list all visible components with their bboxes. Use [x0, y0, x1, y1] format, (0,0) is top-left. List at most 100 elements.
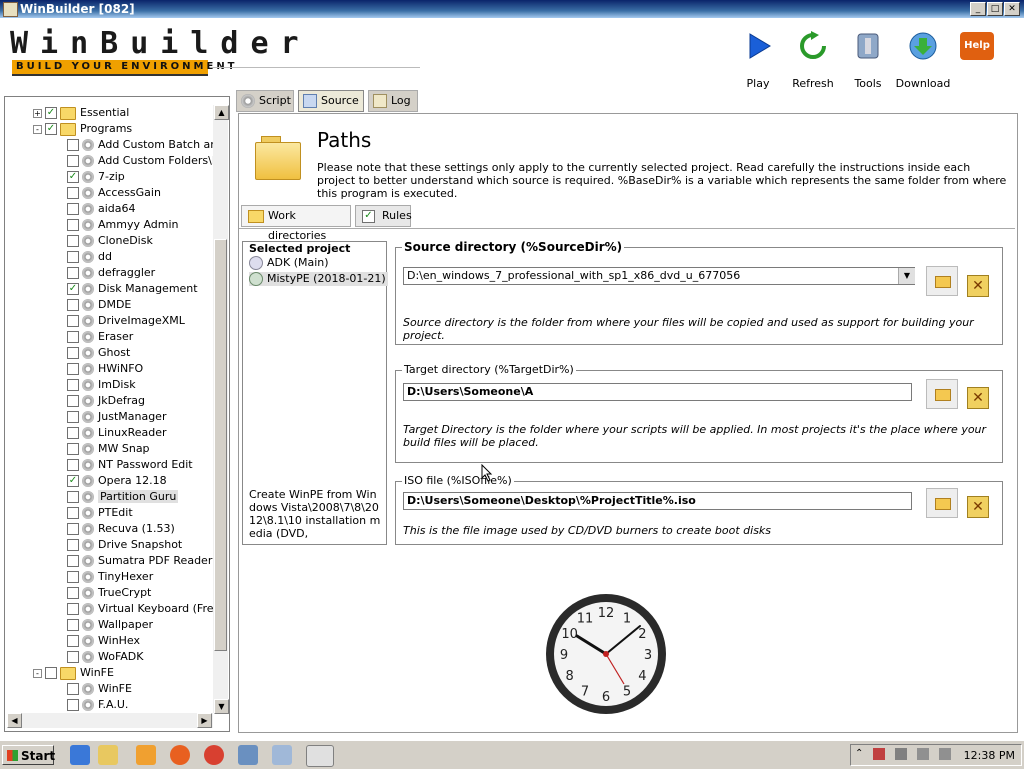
start-button[interactable]: Start [2, 745, 55, 765]
item-checkbox[interactable] [67, 523, 79, 535]
flag-icon[interactable] [873, 748, 885, 760]
tab-rules[interactable]: ✓ Rules [355, 205, 412, 227]
item-checkbox[interactable] [67, 187, 79, 199]
item-checkbox[interactable] [67, 491, 79, 503]
app-window-icon[interactable] [238, 745, 258, 765]
tree-item[interactable]: JkDefrag [67, 393, 145, 409]
tree-item[interactable]: PTEdit [67, 505, 133, 521]
collapse-icon[interactable]: - [33, 124, 42, 134]
tree-item[interactable]: aida64 [67, 201, 136, 217]
item-checkbox[interactable]: ✓ [45, 123, 57, 135]
tab-work-directories[interactable]: Work directories [241, 205, 351, 242]
scroll-thumb[interactable] [214, 239, 227, 651]
tab-script[interactable]: Script [236, 90, 294, 112]
item-checkbox[interactable] [67, 347, 79, 359]
media-player-icon[interactable] [136, 745, 156, 765]
tree-item[interactable]: WinFE [67, 681, 132, 697]
tools-button[interactable]: Tools [838, 30, 898, 90]
scroll-down-arrow[interactable]: ▼ [214, 699, 229, 714]
item-checkbox[interactable] [67, 251, 79, 263]
item-checkbox[interactable] [67, 651, 79, 663]
tree-item[interactable]: Eraser [67, 329, 133, 345]
item-checkbox[interactable] [67, 539, 79, 551]
download-button[interactable]: Download [893, 30, 953, 90]
refresh-button[interactable]: Refresh [783, 30, 843, 90]
tree-folder-item[interactable]: - ✓ Programs [33, 121, 132, 137]
item-checkbox[interactable] [67, 571, 79, 583]
tree-item[interactable]: F.A.U. [67, 697, 128, 713]
clear-source-button[interactable]: ✕ [967, 275, 989, 297]
item-checkbox[interactable] [67, 139, 79, 151]
item-checkbox[interactable] [67, 267, 79, 279]
system-clock[interactable]: 12:38 PM [964, 749, 1015, 762]
tree-item[interactable]: Ammyy Admin [67, 217, 179, 233]
maximize-button[interactable]: □ [987, 2, 1003, 16]
tree-item[interactable]: WoFADK [67, 649, 144, 665]
script-tree[interactable]: + ✓ Essential - ✓ Programs Add Custom Batch an… [4, 96, 230, 732]
item-checkbox[interactable]: ✓ [67, 171, 79, 183]
tree-item[interactable]: ✓ Disk Management [67, 281, 198, 297]
item-checkbox[interactable] [67, 379, 79, 391]
minimize-button[interactable]: _ [970, 2, 986, 16]
speaker-mute-icon[interactable] [917, 748, 929, 760]
explorer-icon[interactable] [98, 745, 118, 765]
item-checkbox[interactable] [67, 331, 79, 343]
tree-item[interactable]: Virtual Keyboard (Free [67, 601, 220, 617]
item-checkbox[interactable] [67, 411, 79, 423]
tree-item[interactable]: AccessGain [67, 185, 161, 201]
browse-iso-button[interactable] [926, 488, 958, 518]
iso-file-field[interactable]: D:\Users\Someone\Desktop\%ProjectTitle%.… [403, 492, 912, 510]
item-checkbox[interactable] [45, 667, 57, 679]
tree-item[interactable]: NT Password Edit [67, 457, 193, 473]
power-icon[interactable] [939, 748, 951, 760]
tree-item[interactable]: TrueCrypt [67, 585, 151, 601]
tree-item[interactable]: TinyHexer [67, 569, 153, 585]
collapse-icon[interactable]: - [33, 668, 42, 678]
tree-item[interactable]: LinuxReader [67, 425, 167, 441]
item-checkbox[interactable] [67, 459, 79, 471]
item-checkbox[interactable] [67, 395, 79, 407]
item-checkbox[interactable]: ✓ [45, 107, 57, 119]
tree-item[interactable]: Wallpaper [67, 617, 153, 633]
play-button[interactable]: Play [728, 30, 788, 90]
help-button[interactable]: Help [960, 32, 994, 60]
tree-item[interactable]: Add Custom Batch and [67, 137, 224, 153]
tree-item[interactable]: MW Snap [67, 441, 150, 457]
tree-item[interactable]: HWiNFO [67, 361, 143, 377]
tab-source[interactable]: Source [298, 90, 364, 112]
item-checkbox[interactable] [67, 203, 79, 215]
chrome-icon[interactable] [204, 745, 224, 765]
project-item-adk[interactable]: ADK (Main) [249, 256, 329, 270]
tree-item[interactable]: Partition Guru [67, 489, 179, 505]
tree-item[interactable]: Drive Snapshot [67, 537, 182, 553]
clear-target-button[interactable]: ✕ [967, 387, 989, 409]
item-checkbox[interactable] [67, 699, 79, 711]
tree-item[interactable]: dd [67, 249, 112, 265]
item-checkbox[interactable] [67, 603, 79, 615]
browse-source-button[interactable] [926, 266, 958, 296]
tree-item[interactable]: JustManager [67, 409, 166, 425]
chevron-down-icon[interactable]: ▼ [898, 268, 915, 284]
close-button[interactable]: ✕ [1004, 2, 1020, 16]
tree-item[interactable]: defraggler [67, 265, 155, 281]
network-icon[interactable] [895, 748, 907, 760]
item-checkbox[interactable] [67, 363, 79, 375]
item-checkbox[interactable] [67, 299, 79, 311]
firefox-icon[interactable] [170, 745, 190, 765]
expand-icon[interactable]: + [33, 108, 42, 118]
tree-item[interactable]: Add Custom Folders\F [67, 153, 218, 169]
item-checkbox[interactable] [67, 619, 79, 631]
tree-item[interactable]: Ghost [67, 345, 130, 361]
scroll-left-arrow[interactable]: ◀ [7, 713, 22, 728]
tree-item[interactable]: ✓ 7-zip [67, 169, 125, 185]
tree-item[interactable]: ✓ Opera 12.18 [67, 473, 167, 489]
item-checkbox[interactable] [67, 587, 79, 599]
item-checkbox[interactable] [67, 555, 79, 567]
item-checkbox[interactable] [67, 683, 79, 695]
tree-folder-item[interactable]: - WinFE [33, 665, 114, 681]
item-checkbox[interactable] [67, 219, 79, 231]
tray-expand-icon[interactable]: ⌃ [855, 748, 863, 759]
source-directory-field[interactable]: D:\en_windows_7_professional_with_sp1_x8… [403, 267, 915, 285]
tree-vertical-scrollbar[interactable]: ▲ ▼ [213, 105, 229, 714]
internet-explorer-icon[interactable] [70, 745, 90, 765]
